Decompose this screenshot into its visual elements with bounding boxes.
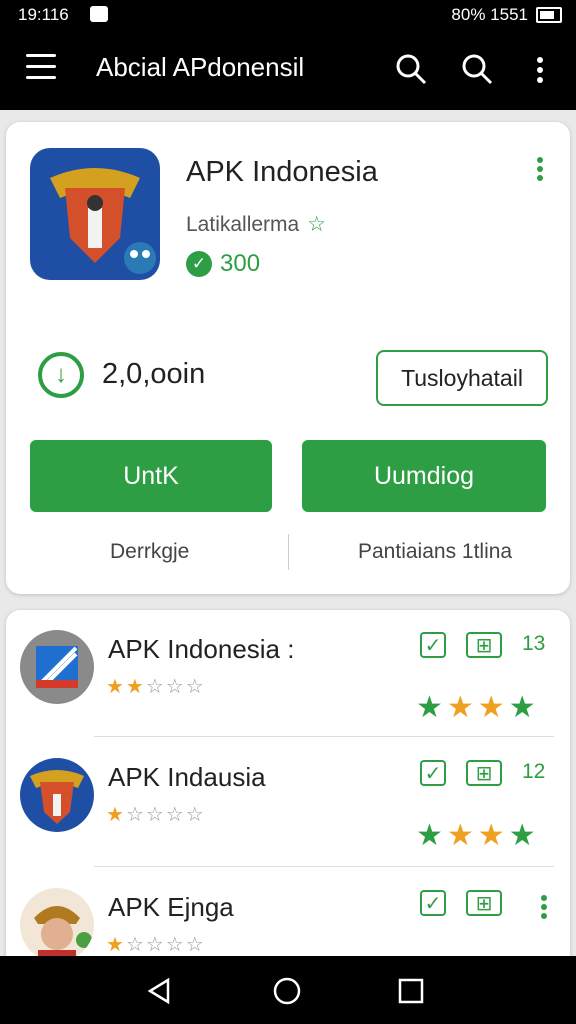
search-icon[interactable] — [458, 50, 498, 90]
app-title: APK Indonesia — [186, 156, 378, 188]
home-icon[interactable] — [270, 974, 304, 1008]
app-bar: Abcial APdonensil — [0, 30, 576, 110]
list-item-title: APK Indonesia : — [108, 634, 295, 664]
rating-stars-small: ★☆☆☆☆ — [106, 804, 206, 826]
rating-stars-large: ★★★★ — [416, 691, 540, 724]
bookmark-icon[interactable]: ✓ — [420, 890, 446, 916]
list-actions: ✓ ⊞ 13 — [420, 632, 545, 658]
app-bar-title: Abcial APdonensil — [96, 52, 305, 82]
status-time: 19:116 — [18, 5, 69, 24]
card-more-icon[interactable] — [530, 154, 550, 188]
primary-button-left[interactable]: UntK — [30, 440, 272, 512]
compare-icon[interactable]: ⊞ — [466, 632, 502, 658]
back-icon[interactable] — [142, 974, 176, 1008]
list-divider — [94, 736, 554, 737]
list-actions: ✓ ⊞ 12 — [420, 760, 545, 786]
more-vert-icon[interactable] — [522, 50, 558, 90]
status-right: 80% 1551 — [451, 5, 562, 25]
app-thumb — [20, 630, 94, 704]
list-count[interactable]: 13 — [522, 632, 545, 658]
download-icon: ↓ — [38, 352, 84, 398]
rating-stars-small: ★★☆☆☆ — [106, 676, 206, 698]
related-apps-card: APK Indonesia : ★★☆☆☆ ✓ ⊞ 13 ★★★★ APK In… — [6, 610, 570, 970]
status-bar: 19:116 80% 1551 — [0, 0, 576, 30]
list-item-title: APK Indausia — [108, 762, 266, 792]
link-left[interactable]: Derrkgje — [110, 540, 189, 564]
list-item[interactable]: APK Indonesia : ★★☆☆☆ ✓ ⊞ 13 ★★★★ — [6, 610, 570, 738]
compare-icon[interactable]: ⊞ — [466, 890, 502, 916]
list-count[interactable]: 12 — [522, 760, 545, 786]
verified-icon: ✓ — [186, 251, 212, 277]
star-outline-icon[interactable]: ☆ — [307, 212, 326, 237]
developer-line: Latikallerma ☆ — [186, 212, 326, 237]
app-thumb — [20, 758, 94, 832]
list-more-icon[interactable] — [534, 892, 554, 926]
status-right-text: 80% 1551 — [451, 5, 528, 24]
app-detail-card: APK Indonesia Latikallerma ☆ ✓ 300 ↓ 2,0… — [6, 122, 570, 594]
bookmark-icon[interactable]: ✓ — [420, 632, 446, 658]
link-right[interactable]: Pantiaians 1tlina — [358, 540, 512, 564]
download-count: 2,0,ooin — [102, 358, 206, 390]
compare-icon[interactable]: ⊞ — [466, 760, 502, 786]
recents-icon[interactable] — [394, 974, 428, 1008]
list-item[interactable]: APK Indausia ★☆☆☆☆ ✓ ⊞ 12 ★★★★ — [6, 738, 570, 866]
rating-stars-small: ★☆☆☆☆ — [106, 934, 206, 956]
rating-value: 300 — [220, 250, 261, 277]
battery-icon — [536, 7, 562, 23]
outline-button[interactable]: Tusloyhatail — [376, 350, 548, 406]
bookmark-icon[interactable]: ✓ — [420, 760, 446, 786]
list-actions: ✓ ⊞ — [420, 890, 522, 916]
search-icon[interactable] — [392, 50, 432, 90]
navigation-bar — [0, 956, 576, 1024]
rating-line: ✓ 300 — [186, 250, 260, 278]
app-icon[interactable] — [30, 148, 160, 280]
menu-icon[interactable] — [26, 54, 56, 84]
divider — [288, 534, 289, 570]
notification-icon — [90, 6, 108, 22]
list-item-title: APK Ejnga — [108, 892, 234, 922]
app-thumb — [20, 888, 94, 962]
primary-button-right[interactable]: Uumdiog — [302, 440, 546, 512]
list-divider — [94, 866, 554, 867]
developer-name[interactable]: Latikallerma — [186, 213, 299, 237]
rating-stars-large: ★★★★ — [416, 819, 540, 852]
